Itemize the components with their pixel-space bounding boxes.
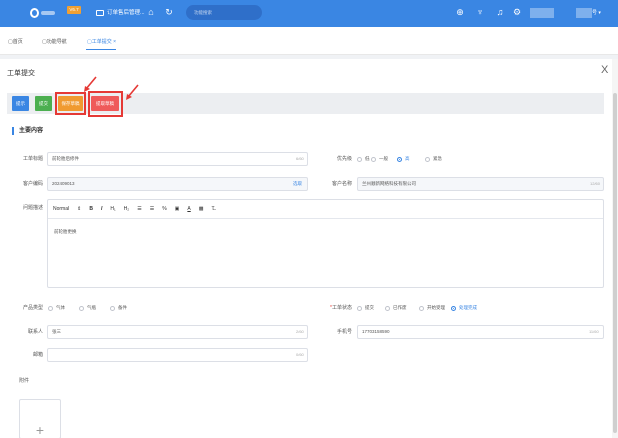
close-icon[interactable]: X xyxy=(601,64,608,76)
h1-icon[interactable]: H₁ xyxy=(110,206,115,212)
scrollbar[interactable] xyxy=(612,59,618,438)
phone-input[interactable]: 17703158590 xyxy=(357,325,604,339)
status-processing[interactable]: 开始受理 xyxy=(419,301,445,315)
product-type-label: 产品类型 xyxy=(22,305,43,311)
status-submit[interactable]: 提交 xyxy=(357,301,374,315)
highlight-box xyxy=(88,91,123,117)
clear-format-icon[interactable]: T̶ xyxy=(211,206,214,212)
customer-code-label: 客户编码 xyxy=(22,181,43,187)
app-switcher[interactable]: 订单售后管理... xyxy=(96,8,145,18)
tab-bar: ▢首页 ▢功能导航 ▢工单提交 × xyxy=(0,27,618,55)
tab-function-nav[interactable]: ▢功能导航 xyxy=(42,39,67,45)
tab-home[interactable]: ▢首页 xyxy=(8,39,23,45)
email-input[interactable] xyxy=(47,348,308,362)
product-type-gas[interactable]: 气体 xyxy=(48,301,65,315)
page-title: 工单提交 xyxy=(7,70,35,77)
status-completed[interactable]: 处理完成 xyxy=(451,301,477,315)
customer-code-input[interactable]: 202409013 xyxy=(47,177,308,191)
hint-button[interactable]: 提示 xyxy=(12,96,29,111)
title-input[interactable]: 前轮胎后修件 xyxy=(47,152,308,166)
annotation-arrow xyxy=(84,76,97,92)
editor-content[interactable]: 前轮胎更换 xyxy=(54,229,77,235)
priority-urgent[interactable]: 紧急 xyxy=(425,152,442,166)
heading-select[interactable]: Normal xyxy=(53,206,69,212)
active-tab-indicator xyxy=(86,49,116,50)
font-color-icon[interactable]: A xyxy=(187,206,190,212)
app-logo[interactable] xyxy=(30,8,55,18)
contact-input[interactable]: 张三 xyxy=(47,325,308,339)
status-voided[interactable]: 已作废 xyxy=(385,301,407,315)
version-badge: V6.7 xyxy=(67,6,81,14)
customer-name-count: 12/60 xyxy=(590,181,601,186)
gear-icon[interactable]: ⚙ xyxy=(511,6,523,18)
h2-icon[interactable]: H₂ xyxy=(124,206,130,212)
phone-label: 手机号 xyxy=(336,329,352,335)
link-icon[interactable]: % xyxy=(162,206,166,212)
annotation-arrow xyxy=(126,84,139,100)
bullet-list-icon[interactable]: ☰ xyxy=(150,206,154,212)
section-title: 主要内容 xyxy=(12,127,43,135)
ordered-list-icon[interactable]: ☰ xyxy=(137,206,141,212)
clear-icon[interactable]: ♆ xyxy=(474,6,486,18)
product-type-parts[interactable]: 备件 xyxy=(110,301,127,315)
top-navbar: V6.7 订单售后管理... ⌂ ↻ ⊕ ♆ ♫ ⚙ 号 ▾ xyxy=(0,0,618,27)
tab-ticket-submit[interactable]: ▢工单提交 × xyxy=(87,39,116,45)
italic-icon[interactable]: I xyxy=(101,206,102,212)
user-info[interactable] xyxy=(530,8,554,18)
product-type-cylinder[interactable]: 气瓶 xyxy=(79,301,96,315)
submit-button[interactable]: 提交 xyxy=(35,96,52,111)
avatar[interactable] xyxy=(576,8,592,18)
tab-close-icon[interactable]: × xyxy=(113,39,116,45)
fullscreen-icon[interactable]: ⊕ xyxy=(454,6,466,18)
background-color-icon[interactable]: ▩ xyxy=(199,206,204,212)
bell-icon[interactable]: ♫ xyxy=(494,6,506,18)
priority-low[interactable]: 低 xyxy=(357,152,370,166)
upload-button[interactable]: + xyxy=(19,399,61,438)
rich-text-editor[interactable]: Normal ⇕ B I H₁ H₂ ☰ ☰ % ▣ A ▩ T̶ 前轮胎更换 xyxy=(47,199,604,288)
problem-label: 问题描述 xyxy=(22,205,43,211)
priority-label: 优先级 xyxy=(336,156,352,162)
status-label: *工单状态 xyxy=(330,305,352,311)
phone-count: 11/60 xyxy=(589,329,599,334)
select-customer-button[interactable]: 选取 xyxy=(293,177,302,191)
monitor-icon xyxy=(96,10,104,16)
email-count: 0/60 xyxy=(296,352,304,357)
image-icon[interactable]: ▣ xyxy=(175,206,180,212)
title-count: 6/60 xyxy=(296,156,304,161)
highlight-box xyxy=(55,92,86,115)
ticket-form-panel: 工单提交 X 提示 提交 保存草稿 提取草稿 主要内容 工单标题 前轮胎后修件 … xyxy=(0,59,612,438)
editor-toolbar: Normal ⇕ B I H₁ H₂ ☰ ☰ % ▣ A ▩ T̶ xyxy=(48,200,603,219)
user-dropdown[interactable]: 号 ▾ xyxy=(592,8,601,18)
bold-icon[interactable]: B xyxy=(89,206,93,212)
priority-normal[interactable]: 一般 xyxy=(371,152,388,166)
title-label: 工单标题 xyxy=(22,156,43,162)
refresh-icon[interactable]: ↻ xyxy=(163,6,175,18)
priority-high[interactable]: 高 xyxy=(397,152,410,166)
home-icon[interactable]: ⌂ xyxy=(145,6,157,18)
search-input[interactable] xyxy=(186,5,262,20)
scrollbar-thumb[interactable] xyxy=(613,93,617,433)
customer-name-label: 客户名称 xyxy=(331,181,352,187)
attachment-label: 附件 xyxy=(19,378,30,384)
email-label: 邮箱 xyxy=(32,352,43,358)
contact-label: 联系人 xyxy=(27,329,43,335)
select-arrow-icon[interactable]: ⇕ xyxy=(77,206,81,212)
app-name: 订单售后管理... xyxy=(107,10,145,16)
contact-count: 2/60 xyxy=(296,329,304,334)
customer-name-input[interactable]: 兰州顺新网络科技有限公司 xyxy=(357,177,604,191)
